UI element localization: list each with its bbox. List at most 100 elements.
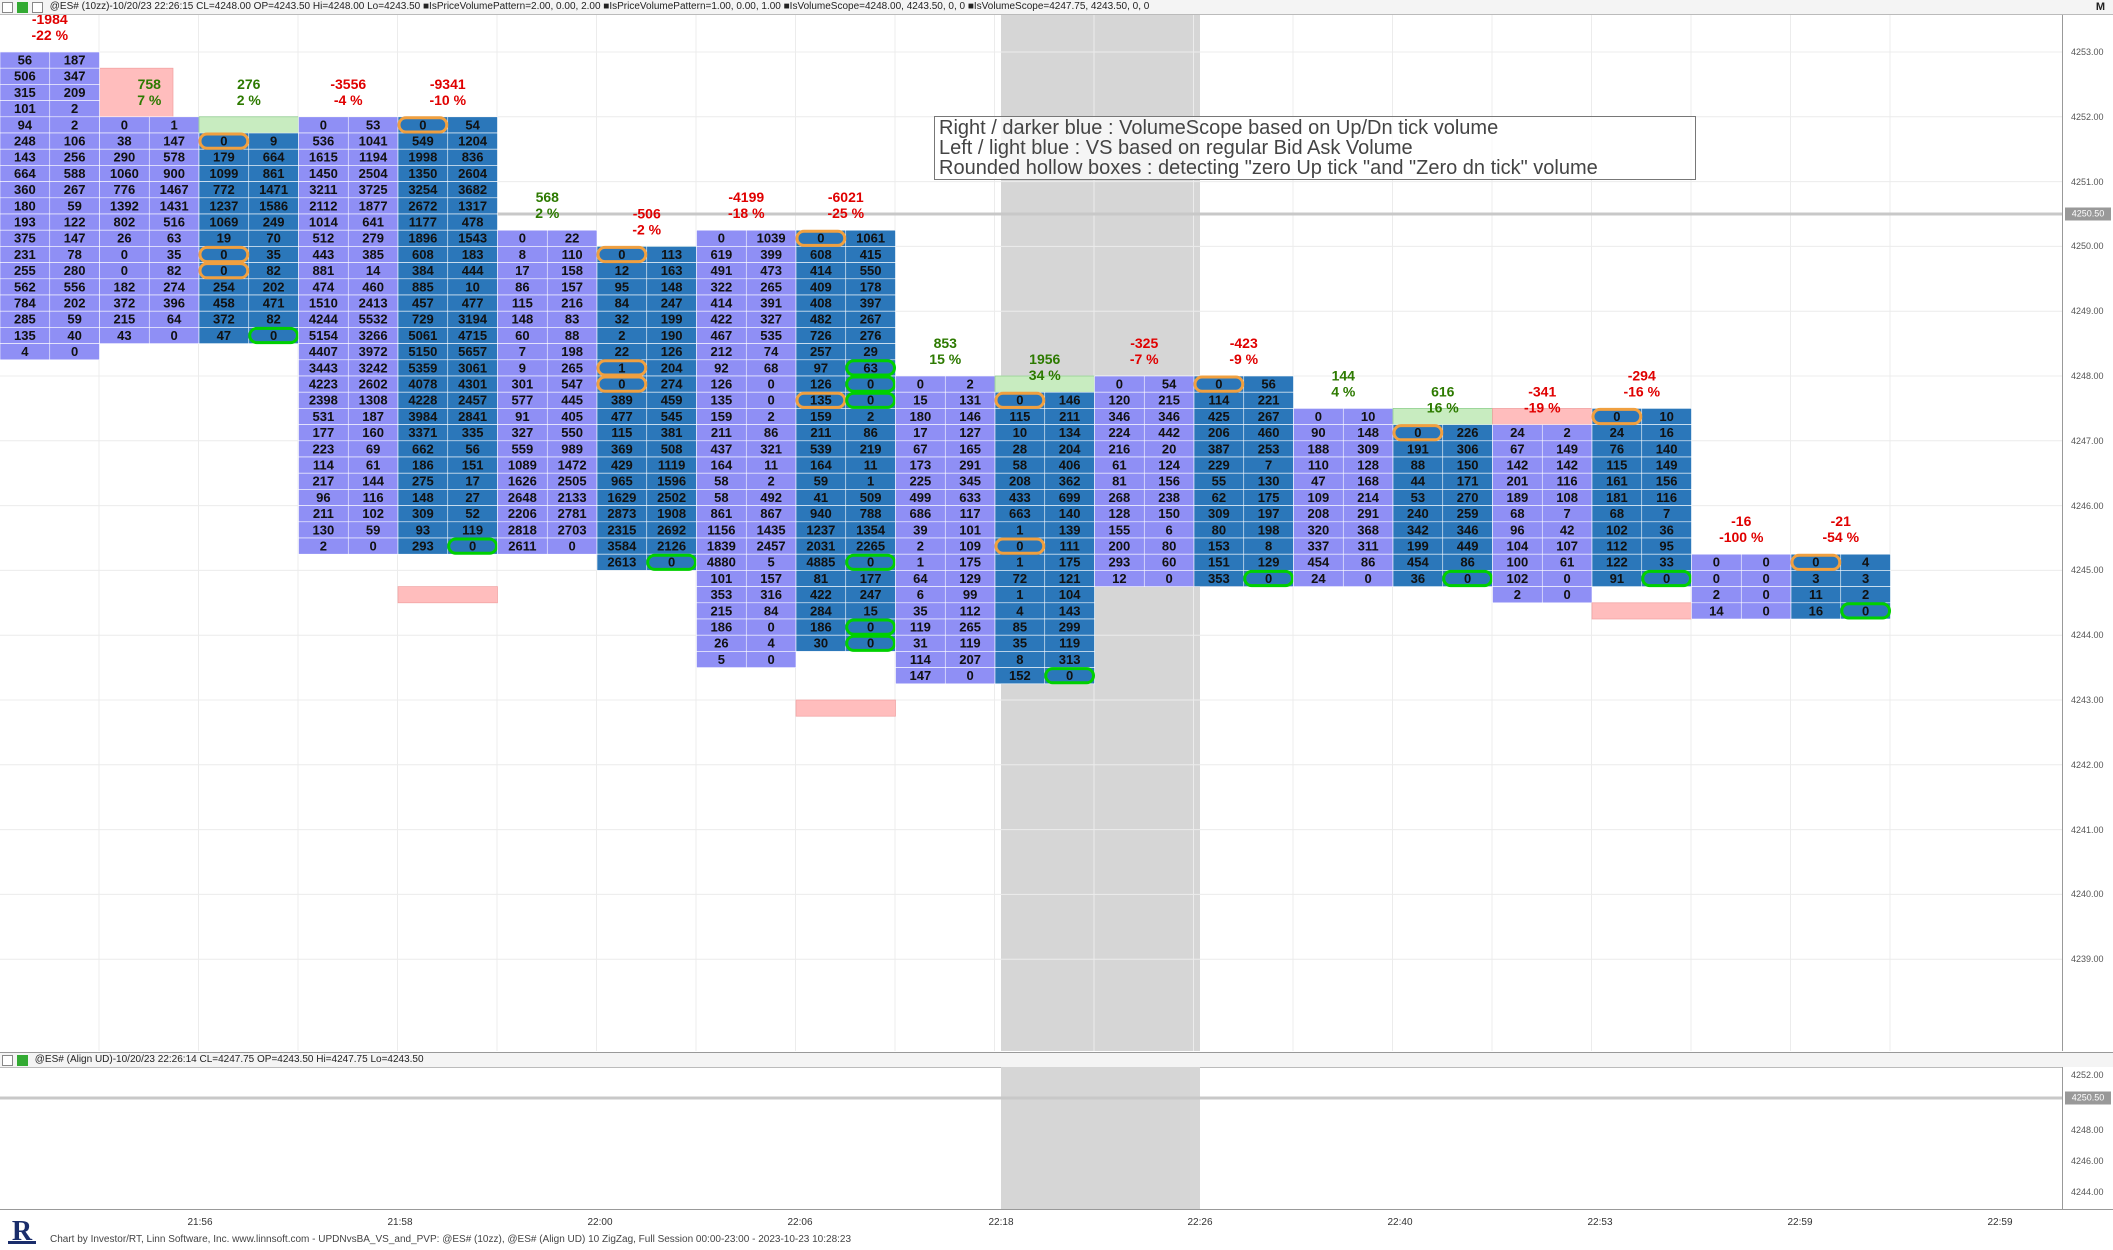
ask-volume: 0	[867, 620, 874, 635]
bid-volume: 58	[714, 490, 728, 505]
ask-volume: 471	[263, 296, 285, 311]
chart-credit: Chart by Investor/RT, Linn Software, Inc…	[50, 1234, 852, 1245]
ask-volume: 2	[71, 117, 78, 132]
ask-volume: 867	[760, 506, 782, 521]
delta-label: -3556	[330, 76, 366, 92]
chart-settings-icon[interactable]	[17, 2, 28, 13]
lower-price-tick-label: 4244.00	[2071, 1187, 2104, 1197]
ask-volume: 59	[67, 198, 81, 213]
ask-volume: 143	[1059, 603, 1081, 618]
ask-volume: 247	[860, 587, 882, 602]
bid-volume: 36	[1411, 571, 1425, 586]
price-tick-label: 4239.00	[2071, 954, 2104, 965]
ask-volume: 134	[1059, 425, 1081, 440]
bid-volume: 151	[1208, 555, 1230, 570]
bid-volume: 15	[913, 393, 927, 408]
ask-volume: 2133	[558, 490, 587, 505]
close-icon[interactable]	[2, 1055, 13, 1066]
ask-volume: 69	[366, 441, 380, 456]
ask-volume: 309	[1357, 441, 1379, 456]
delta-label: 568	[536, 189, 560, 205]
ask-volume: 168	[1357, 474, 1379, 489]
ask-volume: 0	[370, 539, 377, 554]
bid-volume: 255	[14, 263, 36, 278]
ask-volume: 2781	[558, 506, 587, 521]
main-chart-pane[interactable]: -1984 -22 % 56 187 506 347 315 209 101 2 94 2 248 106…	[0, 15, 2062, 1051]
ask-volume: 280	[64, 263, 86, 278]
ask-volume: 0	[1564, 571, 1571, 586]
ask-volume: 478	[462, 215, 484, 230]
price-axis[interactable]: 4253.00 4252.00 4251.00 4250.00 4249.00 4248.…	[2062, 15, 2113, 1051]
ask-volume: 59	[366, 522, 380, 537]
delta-percent-label: 16 %	[1427, 400, 1459, 416]
bid-volume: 155	[1109, 522, 1131, 537]
bid-volume: 1	[1016, 555, 1023, 570]
pvp-box	[397, 586, 498, 604]
ask-volume: 63	[167, 231, 181, 246]
delta-percent-label: -16 %	[1623, 383, 1660, 399]
ask-volume: 122	[64, 215, 86, 230]
bid-volume: 389	[611, 393, 633, 408]
close-icon[interactable]	[2, 2, 13, 13]
ask-volume: 3972	[359, 344, 388, 359]
bid-volume: 56	[18, 53, 32, 68]
ask-volume: 381	[661, 425, 683, 440]
lower-chart-pane[interactable]	[0, 1067, 2062, 1209]
bid-volume: 64	[913, 571, 928, 586]
bid-volume: 81	[814, 571, 828, 586]
time-tick-label: 22:40	[1387, 1217, 1413, 1228]
chart-settings-icon[interactable]	[17, 1055, 28, 1066]
bid-volume: 315	[14, 85, 36, 100]
bid-volume: 268	[1109, 490, 1131, 505]
price-tick-label: 4243.00	[2071, 695, 2104, 705]
ask-volume: 214	[1357, 490, 1379, 505]
bid-volume: 11	[1809, 587, 1823, 602]
pvp-box	[1591, 602, 1692, 620]
bid-volume: 61	[1112, 458, 1126, 473]
delta-percent-label: 2 %	[237, 92, 262, 108]
bid-volume: 94	[18, 117, 33, 132]
lower-price-axis[interactable]: 4252.00 4250.50 4248.00 4246.00 4244.00	[2062, 1067, 2113, 1209]
ask-volume: 5657	[458, 344, 487, 359]
ask-volume: 116	[363, 490, 384, 505]
bid-volume: 86	[515, 279, 529, 294]
ask-volume: 3266	[359, 328, 388, 343]
ask-volume: 106	[64, 134, 86, 149]
delta-label: -294	[1628, 367, 1656, 383]
window-icon[interactable]	[32, 2, 43, 13]
main-chart-title-bar[interactable]: @ES# (10zz)-10/20/23 22:26:15 CL=4248.00…	[0, 0, 2113, 15]
ask-volume: 836	[462, 150, 484, 165]
bid-volume: 180	[14, 198, 36, 213]
bid-volume: 965	[611, 474, 633, 489]
bid-volume: 443	[313, 247, 335, 262]
ask-volume: 150	[1158, 506, 1180, 521]
ask-volume: 128	[1357, 458, 1379, 473]
ask-volume: 211	[1059, 409, 1080, 424]
ask-volume: 116	[1656, 490, 1677, 505]
bid-volume: 0	[220, 134, 227, 149]
ask-volume: 788	[860, 506, 882, 521]
bid-volume: 102	[1606, 522, 1628, 537]
bid-volume: 342	[1407, 522, 1429, 537]
ask-volume: 346	[1158, 409, 1180, 424]
ask-volume: 121	[1059, 571, 1081, 586]
bid-volume: 180	[910, 409, 932, 424]
bid-volume: 531	[313, 409, 335, 424]
bid-volume: 1089	[508, 458, 537, 473]
bid-volume: 119	[910, 620, 931, 635]
current-price-marker: 4250.50	[2065, 207, 2111, 221]
ask-volume: 63	[863, 360, 877, 375]
bid-volume: 422	[810, 587, 832, 602]
bid-volume: 32	[615, 312, 629, 327]
maximize-button[interactable]: M	[2096, 0, 2105, 14]
lower-chart-title-bar[interactable]: @ES# (Align UD)-10/20/23 22:26:14 CL=424…	[0, 1052, 2113, 1068]
volume-column-8: -4199-18 %0 1039619 399491 473322 265414 3914…	[696, 189, 797, 668]
ask-volume: 111	[1059, 539, 1079, 554]
ask-volume: 2457	[757, 539, 786, 554]
bid-volume: 211	[810, 425, 831, 440]
bid-volume: 1392	[110, 198, 139, 213]
price-tick-label: 4252.00	[2071, 111, 2104, 122]
ask-volume: 3725	[359, 182, 388, 197]
bid-volume: 0	[1016, 539, 1023, 554]
ask-volume: 265	[561, 360, 583, 375]
